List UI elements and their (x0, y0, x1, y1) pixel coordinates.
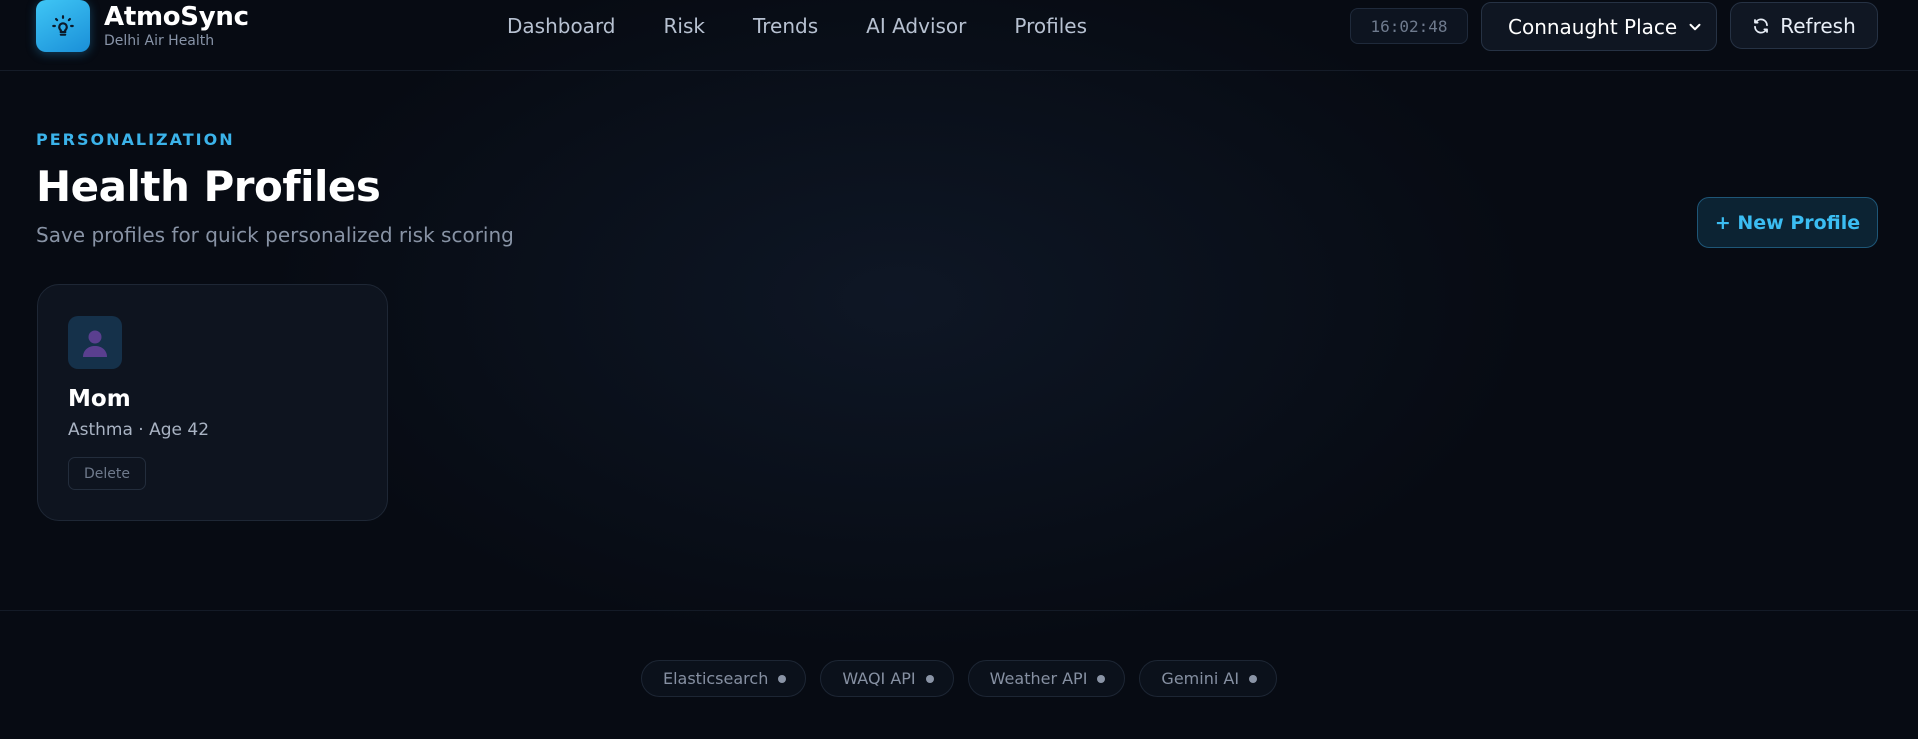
status-pill-gemini: Gemini AI (1139, 660, 1278, 697)
location-select-value: Connaught Place (1508, 14, 1678, 39)
status-dot-icon (1249, 674, 1258, 683)
clock: 16:02:48 (1350, 8, 1468, 44)
nav-trends[interactable]: Trends (753, 13, 818, 39)
status-dot-icon (1097, 674, 1106, 683)
profile-card[interactable]: Mom Asthma · Age 42 Delete (37, 284, 388, 521)
page-title: Health Profiles (36, 162, 381, 211)
status-pill-label: Gemini AI (1161, 669, 1240, 688)
nav-profiles[interactable]: Profiles (1014, 13, 1087, 39)
person-icon (68, 316, 122, 369)
page-subtitle: Save profiles for quick personalized ris… (36, 223, 514, 247)
lightbulb-icon (36, 0, 90, 52)
brand-subtitle: Delhi Air Health (104, 33, 215, 49)
refresh-label: Refresh (1780, 13, 1856, 38)
section-eyebrow: PERSONALIZATION (36, 130, 235, 149)
nav-dashboard[interactable]: Dashboard (507, 13, 616, 39)
profile-detail: Asthma · Age 42 (68, 420, 210, 440)
status-dot-icon (778, 674, 787, 683)
main-nav: Dashboard Risk Trends AI Advisor Profile… (507, 13, 1135, 39)
nav-ai-advisor[interactable]: AI Advisor (866, 13, 966, 39)
profile-name: Mom (68, 386, 131, 412)
status-pill-elasticsearch: Elasticsearch (640, 660, 807, 697)
footer-divider (0, 610, 1918, 611)
brand-title: AtmoSync (104, 2, 249, 32)
brand[interactable]: AtmoSync Delhi Air Health (36, 0, 249, 52)
status-pill-label: Weather API (989, 669, 1088, 688)
chevron-down-icon (1689, 23, 1701, 31)
refresh-icon (1754, 17, 1769, 34)
status-dot-icon (925, 674, 934, 683)
service-status-bar: Elasticsearch WAQI API Weather API Gemin… (0, 660, 1918, 697)
refresh-button[interactable]: Refresh (1730, 2, 1878, 49)
delete-profile-button[interactable]: Delete (68, 457, 146, 490)
top-navbar: AtmoSync Delhi Air Health Dashboard Risk… (0, 0, 1918, 71)
new-profile-button[interactable]: + New Profile (1697, 197, 1878, 248)
status-pill-label: Elasticsearch (662, 669, 769, 688)
nav-risk[interactable]: Risk (664, 13, 705, 39)
location-select[interactable]: Connaught Place (1481, 2, 1717, 51)
status-pill-waqi: WAQI API (820, 660, 954, 697)
status-pill-label: WAQI API (842, 669, 916, 688)
status-pill-weather: Weather API (967, 660, 1126, 697)
